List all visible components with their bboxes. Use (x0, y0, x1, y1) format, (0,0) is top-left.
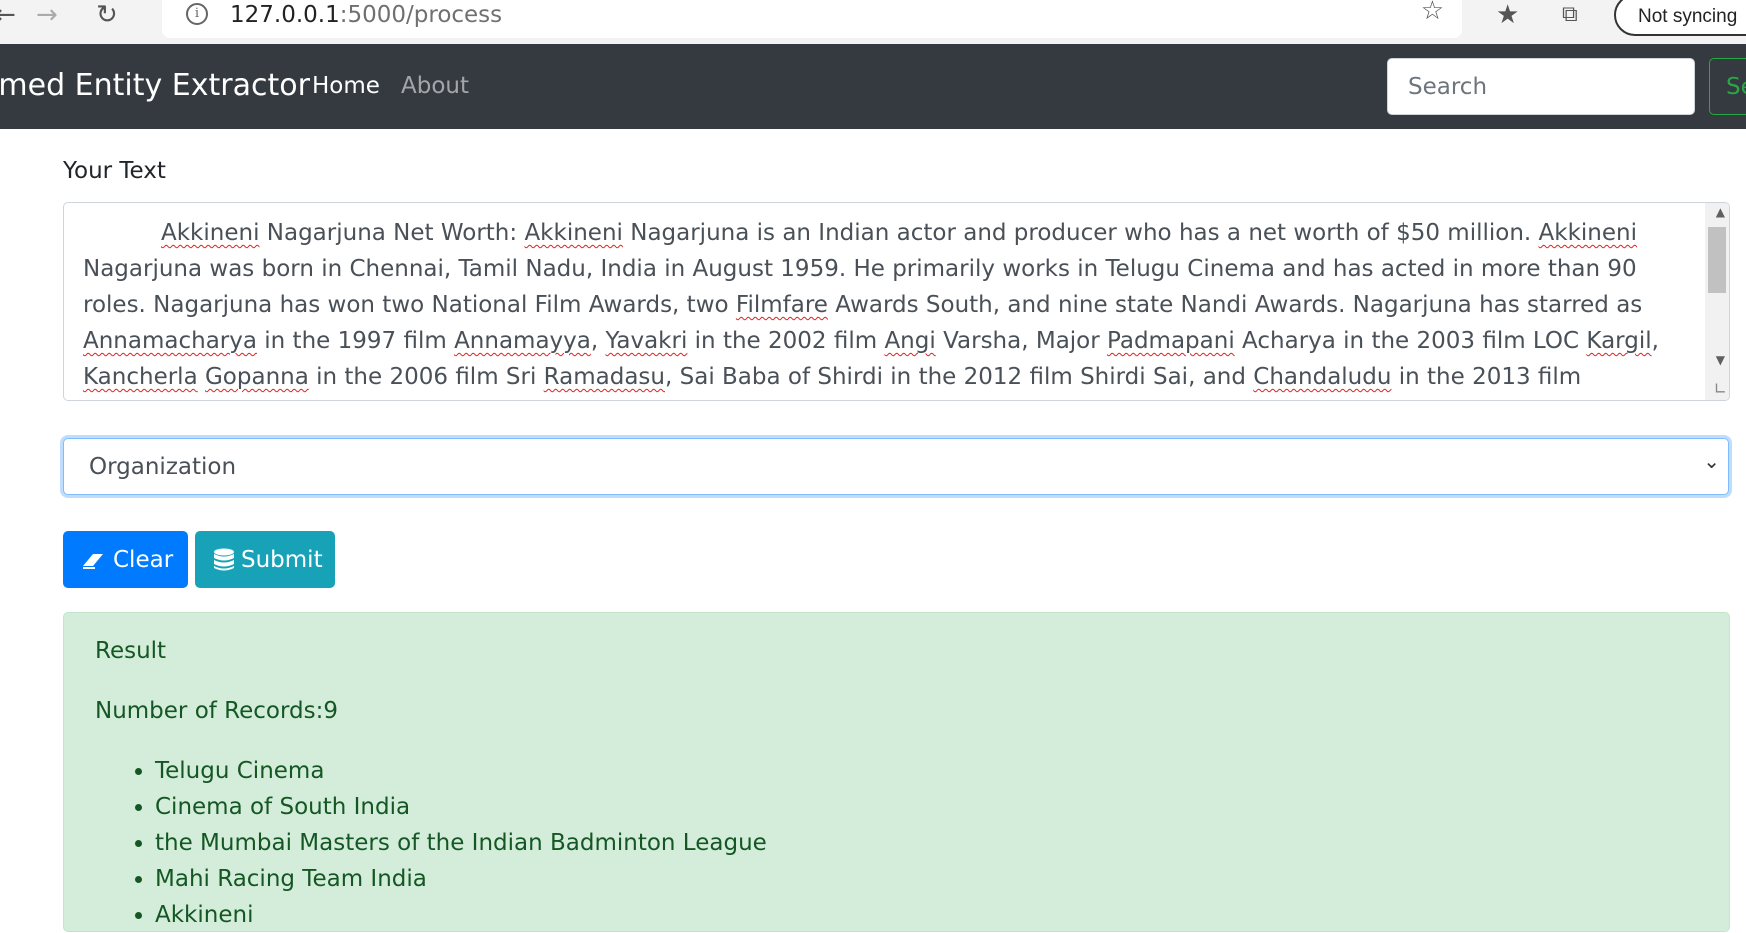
collections-icon[interactable]: ⧉ (1562, 0, 1578, 30)
chevron-down-icon: ⌄ (1703, 449, 1720, 473)
brand-title[interactable]: amed Entity Extractor (0, 68, 310, 103)
favorite-star-icon[interactable]: ☆ (1421, 0, 1444, 26)
submit-button[interactable]: Submit (195, 531, 335, 588)
list-item: the Mumbai Masters of the Indian Badmint… (155, 825, 767, 861)
nav-link-home[interactable]: Home (312, 73, 380, 99)
result-title: Result (95, 638, 167, 664)
text-input-label: Your Text (63, 158, 166, 184)
textarea-scrollbar[interactable]: ▲ ▼ (1705, 203, 1729, 400)
result-list: Telugu Cinema Cinema of South India the … (95, 753, 767, 933)
text-input-content[interactable]: Akkineni Nagarjuna Net Worth: Akkineni N… (83, 215, 1683, 400)
address-bar[interactable]: i 127.0.0.1:5000/process ☆ (162, 0, 1462, 38)
back-arrow-icon[interactable]: ← (0, 0, 16, 30)
list-item: Mahi Racing Team India (155, 861, 767, 897)
result-panel: Result Number of Records:9 Telugu Cinema… (63, 612, 1730, 932)
database-icon (213, 548, 235, 572)
clear-button[interactable]: Clear (63, 531, 188, 588)
scroll-up-icon[interactable]: ▲ (1716, 205, 1725, 219)
navbar-search-button[interactable]: Se (1709, 58, 1746, 115)
browser-toolbar: ← → ↻ i 127.0.0.1:5000/process ☆ ★ ⧉ Not… (0, 0, 1746, 44)
nav-link-about[interactable]: About (401, 73, 469, 99)
eraser-icon (81, 550, 107, 570)
entity-type-selected: Organization (89, 454, 237, 480)
text-input-area[interactable]: Akkineni Nagarjuna Net Worth: Akkineni N… (63, 202, 1730, 401)
top-navbar: amed Entity Extractor Home About Se (0, 44, 1746, 129)
list-item: Telugu Cinema (155, 753, 767, 789)
result-count: Number of Records:9 (95, 698, 339, 724)
scroll-thumb[interactable] (1708, 227, 1726, 293)
navbar-search-input[interactable] (1387, 58, 1695, 115)
scroll-down-icon[interactable]: ▼ (1716, 353, 1725, 367)
url-text[interactable]: 127.0.0.1:5000/process (230, 2, 502, 28)
profile-sync-button[interactable]: Not syncing (1614, 0, 1746, 36)
submit-button-label: Submit (241, 546, 323, 573)
resize-grip-icon[interactable]: ∟ (1714, 379, 1727, 398)
site-info-icon[interactable]: i (186, 3, 208, 25)
list-item: Cinema of South India (155, 789, 767, 825)
entity-type-select[interactable]: Organization ⌄ (63, 438, 1729, 495)
clear-button-label: Clear (113, 546, 174, 573)
favorites-icon[interactable]: ★ (1496, 0, 1519, 30)
reload-icon[interactable]: ↻ (96, 0, 118, 30)
list-item: Akkineni (155, 897, 767, 933)
forward-arrow-icon[interactable]: → (36, 0, 58, 30)
